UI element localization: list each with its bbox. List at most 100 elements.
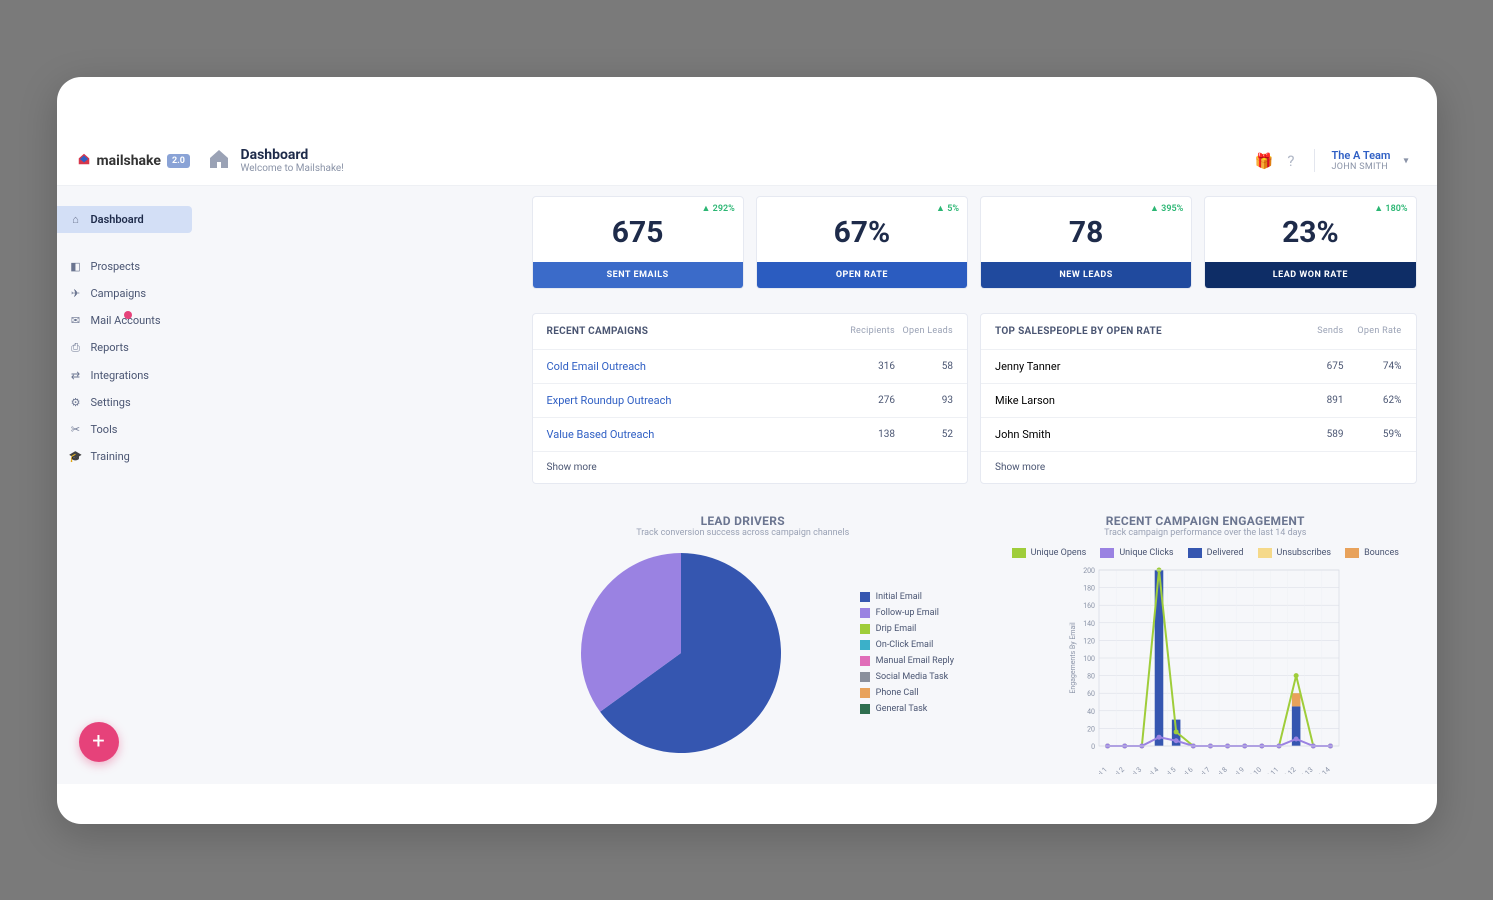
team-selector[interactable]: The A Team JOHN SMITH ▾ (1314, 149, 1416, 172)
sidebar-item-label: Reports (91, 341, 129, 354)
brand-logo[interactable]: mailshake 2.0 (77, 152, 207, 170)
salesperson-name: Jenny Tanner (995, 360, 1286, 373)
card-header: RECENT CAMPAIGNS Recipients Open Leads (533, 314, 968, 349)
sidebar-item-label: Integrations (91, 369, 149, 382)
svg-text:0: 0 (1091, 743, 1095, 751)
sidebar-item-campaigns[interactable]: ✈Campaigns (57, 280, 192, 307)
pie-chart (576, 548, 786, 758)
legend-item: Unique Clicks (1100, 548, 1173, 558)
campaign-link[interactable]: Value Based Outreach (547, 428, 838, 441)
header-icons: 🎁 ? (1255, 152, 1315, 170)
line-legend: Unique OpensUnique ClicksDeliveredUnsubs… (994, 548, 1417, 558)
line-bar-chart: 020406080100120140160180200Engagements B… (1065, 564, 1345, 774)
kpi-delta: 5% (936, 203, 959, 214)
sidebar-icon: ◧ (69, 260, 83, 273)
cell-sends: 891 (1286, 395, 1344, 406)
sidebar-item-tools[interactable]: ✂Tools (57, 416, 192, 443)
svg-text:160: 160 (1083, 602, 1095, 610)
sidebar-icon: ⎙ (69, 341, 83, 355)
svg-text:Jul 8: Jul 8 (1213, 765, 1229, 773)
cell-open-rate: 62% (1344, 395, 1402, 406)
legend-item: Drip Email (860, 624, 954, 634)
chart-subtitle: Track conversion success across campaign… (532, 528, 955, 538)
svg-text:Jul 13: Jul 13 (1296, 765, 1315, 773)
sidebar-item-training[interactable]: 🎓 Training (57, 443, 192, 470)
sidebar-item-dashboard[interactable]: ⌂Dashboard (57, 206, 192, 233)
gift-icon[interactable]: 🎁 (1255, 152, 1274, 170)
campaign-link[interactable]: Cold Email Outreach (547, 360, 838, 373)
svg-text:140: 140 (1083, 619, 1095, 627)
sidebar-item-label: Prospects (91, 260, 141, 273)
table-row[interactable]: Value Based Outreach13852 (533, 417, 968, 451)
table-row[interactable]: Jenny Tanner67574% (981, 349, 1416, 383)
col-open-rate: Open Rate (1344, 326, 1402, 336)
sidebar-item-integrations[interactable]: ⇄Integrations (57, 362, 192, 389)
chevron-down-icon: ▾ (1403, 155, 1408, 166)
svg-text:Jul 6: Jul 6 (1179, 765, 1195, 773)
svg-text:120: 120 (1083, 637, 1095, 645)
kpi-open-rate[interactable]: 5% 67% OPEN RATE (756, 196, 968, 289)
engagement-chart: RECENT CAMPAIGN ENGAGEMENT Track campaig… (994, 514, 1417, 774)
sidebar-icon: ✈ (69, 287, 83, 300)
sidebar-item-settings[interactable]: ⚙Settings (57, 389, 192, 416)
salesperson-name: Mike Larson (995, 394, 1286, 407)
card-title: RECENT CAMPAIGNS (547, 326, 649, 337)
cell-open-rate: 59% (1344, 429, 1402, 440)
sidebar-icon: 🎓 (69, 450, 83, 463)
table-row[interactable]: John Smith58959% (981, 417, 1416, 451)
lead-drivers-chart: LEAD DRIVERS Track conversion success ac… (532, 514, 955, 774)
cell-sends: 675 (1286, 361, 1344, 372)
sidebar-item-prospects[interactable]: ◧ Prospects (57, 253, 192, 280)
svg-text:Jul 14: Jul 14 (1313, 765, 1332, 773)
sidebar-item-label: Training (91, 450, 130, 463)
sidebar-item-mail-accounts[interactable]: ✉Mail Accounts (57, 307, 192, 334)
show-more-button[interactable]: Show more (981, 451, 1416, 483)
pie-legend: Initial EmailFollow-up EmailDrip EmailOn… (860, 592, 954, 714)
help-icon[interactable]: ? (1287, 152, 1294, 170)
sidebar-icon: ✉ (69, 314, 83, 327)
page-title-wrap: Dashboard Welcome to Mailshake! (207, 147, 344, 175)
campaign-link[interactable]: Expert Roundup Outreach (547, 394, 838, 407)
sidebar-item-label: Tools (91, 423, 118, 436)
legend-item: Delivered (1188, 548, 1244, 558)
kpi-label: LEAD WON RATE (1205, 262, 1415, 288)
add-fab-button[interactable]: + (79, 722, 119, 762)
top-salespeople-card: TOP SALESPEOPLE BY OPEN RATE Sends Open … (980, 313, 1417, 484)
kpi-lead-won-rate[interactable]: 180% 23% LEAD WON RATE (1204, 196, 1416, 289)
sidebar-item-reports[interactable]: ⎙ Reports (57, 334, 192, 362)
cell-recipients: 316 (837, 361, 895, 372)
svg-text:Jul 12: Jul 12 (1279, 765, 1298, 773)
chart-title: RECENT CAMPAIGN ENGAGEMENT (994, 514, 1417, 528)
svg-text:180: 180 (1083, 584, 1095, 592)
charts-row: LEAD DRIVERS Track conversion success ac… (532, 514, 1417, 774)
svg-text:40: 40 (1087, 707, 1095, 715)
show-more-button[interactable]: Show more (533, 451, 968, 483)
table-row[interactable]: Expert Roundup Outreach27693 (533, 383, 968, 417)
svg-text:100: 100 (1083, 655, 1095, 663)
kpi-delta: 395% (1150, 203, 1183, 214)
sidebar-icon: ⚙ (69, 396, 83, 409)
card-header: TOP SALESPEOPLE BY OPEN RATE Sends Open … (981, 314, 1416, 349)
card-title: TOP SALESPEOPLE BY OPEN RATE (995, 326, 1162, 337)
svg-text:60: 60 (1087, 690, 1095, 698)
sidebar-item-label: Dashboard (91, 213, 144, 226)
svg-text:Engagements By Email: Engagements By Email (1069, 622, 1077, 694)
cell-open-leads: 52 (895, 429, 953, 440)
body: ⌂Dashboard ◧ Prospects ✈Campaigns✉Mail Acco… (57, 186, 1437, 784)
legend-item: Phone Call (860, 688, 954, 698)
legend-item: General Task (860, 704, 954, 714)
legend-item: Unique Opens (1012, 548, 1087, 558)
brand-badge: 2.0 (167, 154, 190, 168)
kpi-row: 292% 675 SENT EMAILS 5% 67% OPEN RATE 39… (532, 196, 1417, 289)
svg-text:Jul 9: Jul 9 (1230, 765, 1246, 773)
kpi-new-leads[interactable]: 395% 78 NEW LEADS (980, 196, 1192, 289)
user-name: JOHN SMITH (1331, 162, 1390, 172)
legend-item: Bounces (1345, 548, 1399, 558)
table-row[interactable]: Mike Larson89162% (981, 383, 1416, 417)
tables-row: RECENT CAMPAIGNS Recipients Open Leads C… (532, 313, 1417, 484)
team-name: The A Team (1331, 149, 1390, 162)
home-icon (207, 147, 231, 175)
table-row[interactable]: Cold Email Outreach31658 (533, 349, 968, 383)
kpi-sent-emails[interactable]: 292% 675 SENT EMAILS (532, 196, 744, 289)
cell-recipients: 276 (837, 395, 895, 406)
